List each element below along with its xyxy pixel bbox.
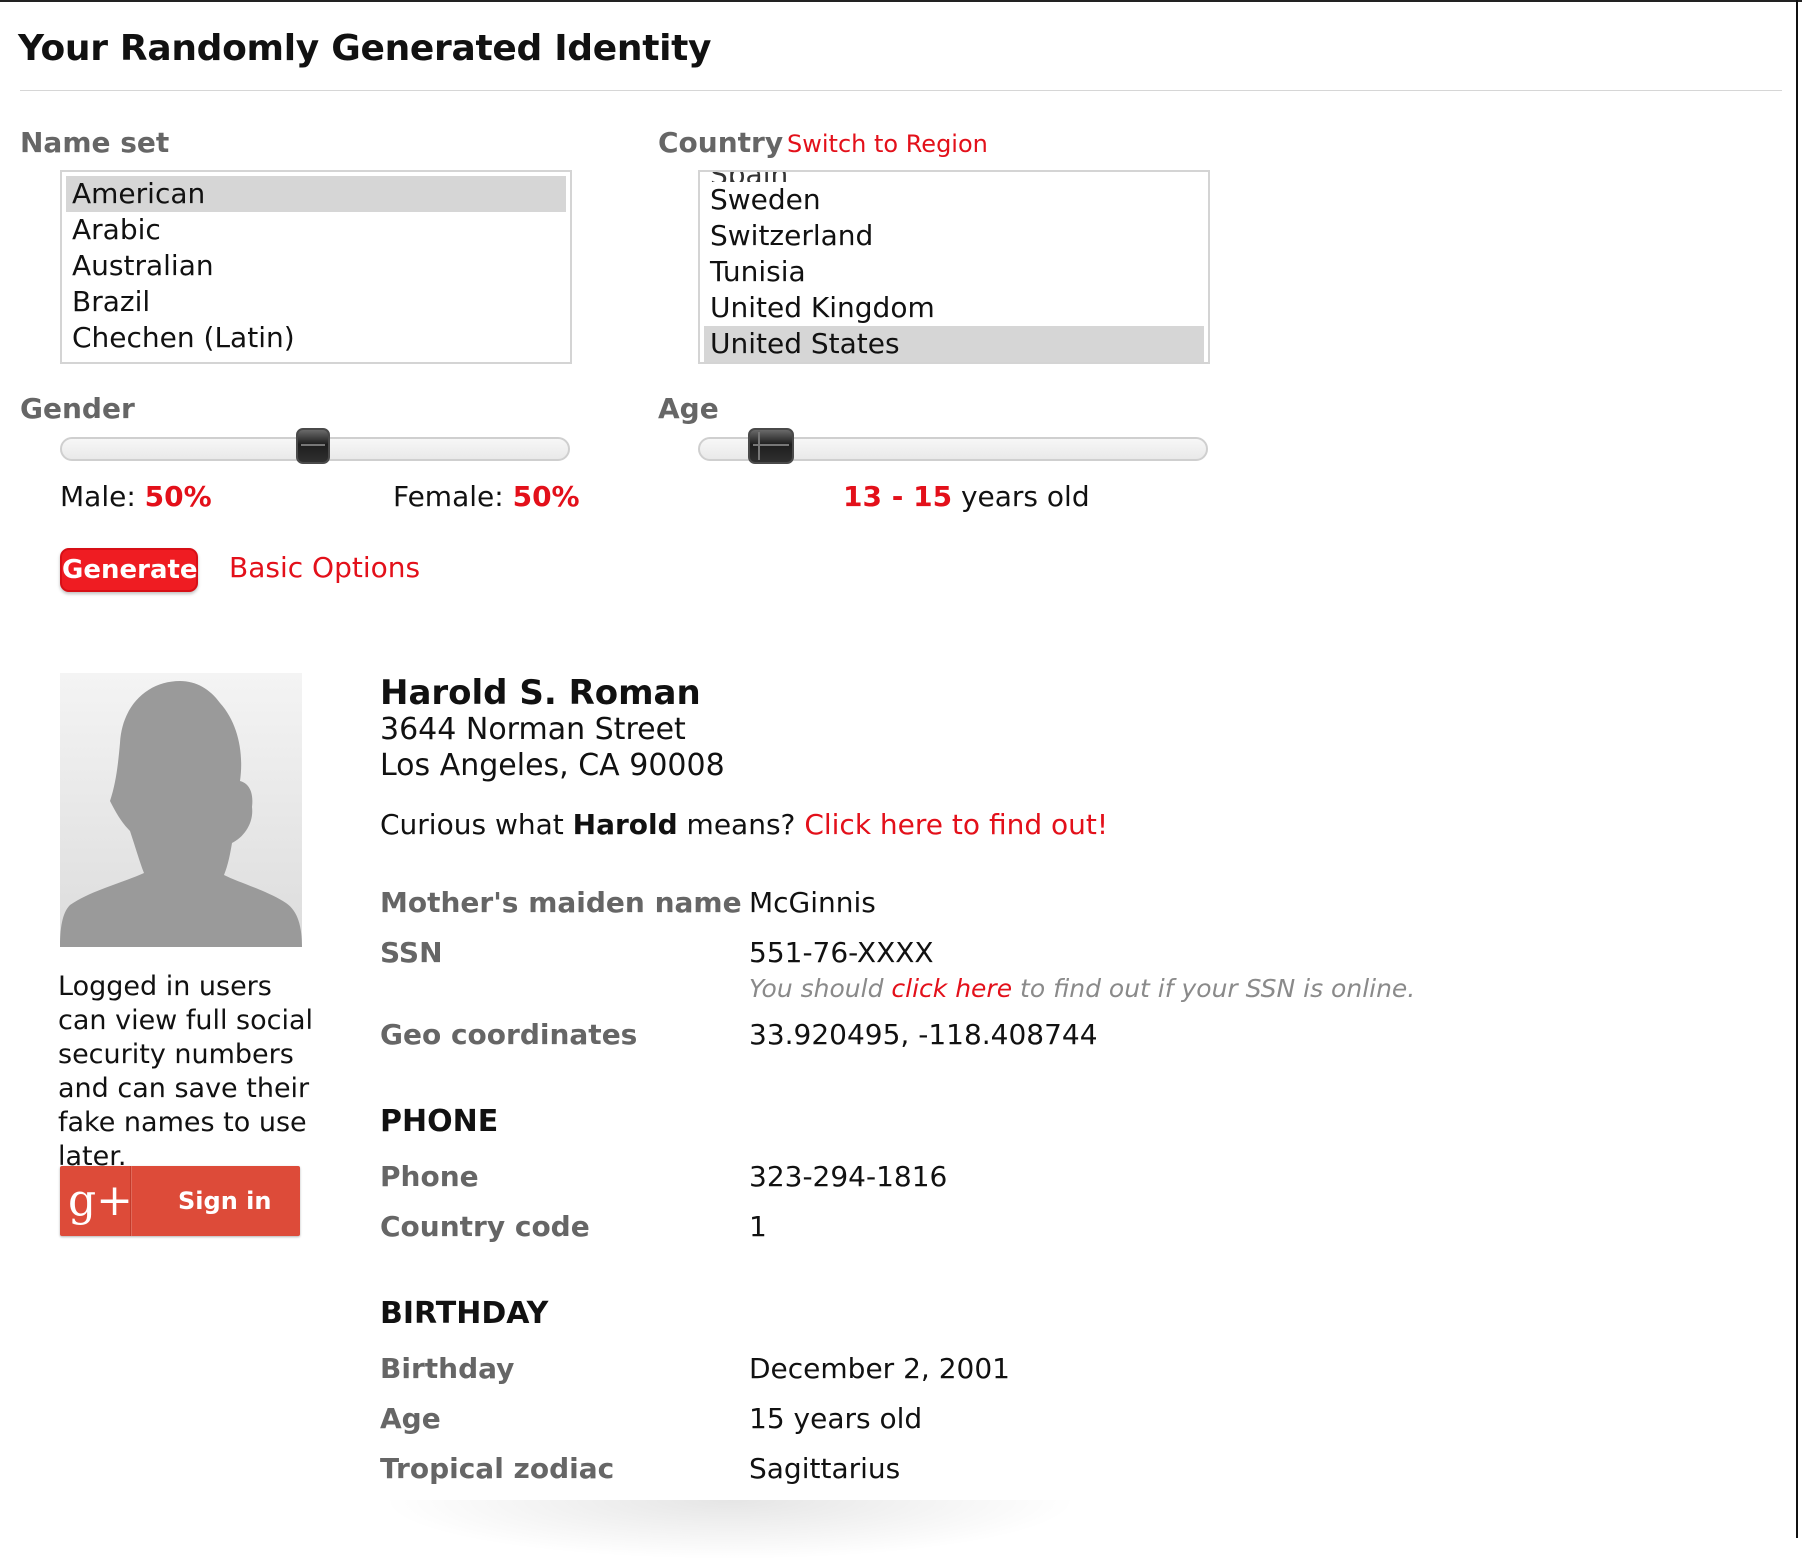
country-option-partial[interactable]: Spain <box>704 172 1204 182</box>
country-listbox[interactable]: Spain Sweden Switzerland Tunisia United … <box>698 170 1210 364</box>
login-info-text: Logged in users can view full social sec… <box>58 971 314 1172</box>
age-range-suffix: years old <box>952 480 1090 513</box>
ssn-note-prefix: You should <box>749 974 892 1003</box>
age-label: Age <box>658 392 719 425</box>
street-address: 3644 Norman Street <box>380 712 686 747</box>
mothers-maiden-name-value: McGinnis <box>749 886 876 919</box>
signin-label: Sign in <box>178 1187 272 1215</box>
male-value: 50% <box>144 480 212 513</box>
name-meaning-link[interactable]: Click here to find out! <box>804 808 1108 841</box>
identity-name: Harold S. Roman <box>380 673 701 713</box>
female-percentage: Female: 50% <box>393 480 580 513</box>
gender-label: Gender <box>20 392 135 425</box>
name-set-option[interactable]: Brazil <box>66 284 566 320</box>
mothers-maiden-name-label: Mother's maiden name <box>380 886 742 919</box>
phone-value: 323-294-1816 <box>749 1160 948 1193</box>
phone-label: Phone <box>380 1160 479 1193</box>
country-option[interactable]: United Kingdom <box>704 290 1204 326</box>
birthday-label: Birthday <box>380 1352 515 1385</box>
name-set-option[interactable]: American <box>66 176 566 212</box>
geo-coordinates-label: Geo coordinates <box>380 1018 638 1051</box>
birthday-value: December 2, 2001 <box>749 1352 1010 1385</box>
tropical-zodiac-value: Sagittarius <box>749 1452 901 1485</box>
name-set-option[interactable]: Australian <box>66 248 566 284</box>
name-set-label: Name set <box>20 126 170 159</box>
name-set-listbox[interactable]: American Arabic Australian Brazil Cheche… <box>60 170 572 364</box>
curious-prefix: Curious what <box>380 808 573 841</box>
generate-button[interactable]: Generate <box>60 548 198 592</box>
country-label: Country <box>658 126 784 159</box>
geo-coordinates-link[interactable]: 33.920495, -118.408744 <box>749 1018 1098 1051</box>
ssn-label: SSN <box>380 936 443 969</box>
male-label: Male: <box>60 480 136 513</box>
birthday-section-heading: BIRTHDAY <box>380 1296 549 1331</box>
first-name: Harold <box>572 808 678 841</box>
name-set-option[interactable]: Arabic <box>66 212 566 248</box>
age-range-max: 15 <box>913 480 953 513</box>
google-plus-signin-button[interactable]: g+ Sign in <box>60 1166 300 1236</box>
tropical-zodiac-label: Tropical zodiac <box>380 1452 615 1485</box>
country-code-value: 1 <box>749 1210 767 1243</box>
right-edge-border <box>1796 0 1798 1538</box>
country-option[interactable]: United States <box>704 326 1204 362</box>
title-divider <box>20 90 1782 91</box>
male-percentage: Male: 50% <box>60 480 212 513</box>
country-option[interactable]: Switzerland <box>704 218 1204 254</box>
page-title: Your Randomly Generated Identity <box>18 28 712 69</box>
female-value: 50% <box>512 480 580 513</box>
switch-to-region-link[interactable]: Switch to Region <box>787 130 988 158</box>
age-detail-label: Age <box>380 1402 441 1435</box>
country-option[interactable]: Tunisia <box>704 254 1204 290</box>
age-range-text: 13 - 15 years old <box>843 480 1090 513</box>
basic-options-link[interactable]: Basic Options <box>229 551 420 584</box>
female-label: Female: <box>393 480 504 513</box>
country-code-label: Country code <box>380 1210 590 1243</box>
ssn-value: 551-76-XXXX <box>749 936 934 969</box>
card-bottom-shadow <box>380 1500 1080 1560</box>
top-border <box>0 0 1802 2</box>
ssn-note-suffix: to find out if your SSN is online. <box>1012 974 1416 1003</box>
ssn-note: You should click here to find out if you… <box>749 974 1415 1003</box>
age-range-handle[interactable] <box>748 428 794 464</box>
age-detail-value: 15 years old <box>749 1402 923 1435</box>
name-meaning-line: Curious what Harold means? Click here to… <box>380 808 1108 841</box>
button-divider-highlight <box>131 1166 132 1236</box>
age-range-min: 13 <box>843 480 882 513</box>
ssn-check-link[interactable]: click here <box>891 974 1012 1003</box>
age-range-separator: - <box>881 480 914 513</box>
city-state-zip: Los Angeles, CA 90008 <box>380 748 725 783</box>
avatar-placeholder <box>60 673 302 947</box>
curious-suffix: means? <box>677 808 805 841</box>
google-plus-icon: g+ <box>68 1175 134 1226</box>
name-set-option[interactable]: Chechen (Latin) <box>66 320 566 356</box>
phone-section-heading: PHONE <box>380 1104 499 1139</box>
gender-slider-handle[interactable] <box>296 428 330 464</box>
country-option[interactable]: Sweden <box>704 182 1204 218</box>
person-silhouette-icon <box>60 673 302 947</box>
